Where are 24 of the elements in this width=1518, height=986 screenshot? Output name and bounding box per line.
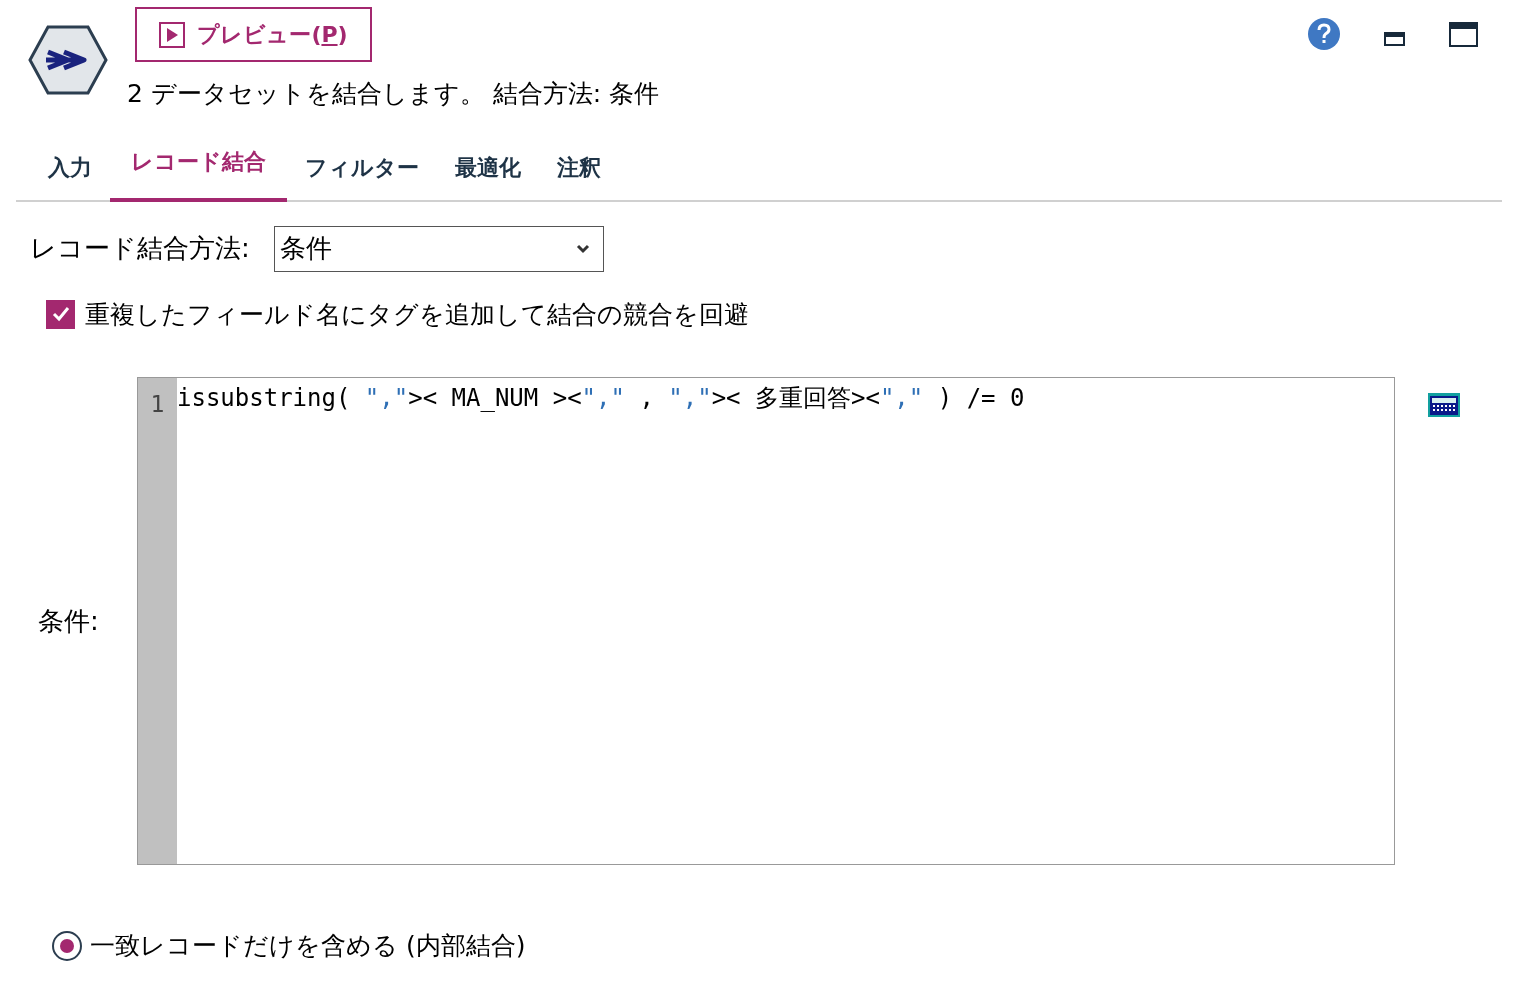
tab[interactable]: 最適化	[437, 150, 539, 200]
chevron-down-icon	[575, 243, 590, 254]
minimize-icon[interactable]	[1384, 32, 1405, 46]
radio-button[interactable]	[52, 930, 82, 961]
merge-node-icon	[28, 25, 108, 95]
expression-builder-icon[interactable]	[1428, 393, 1460, 417]
tab[interactable]: 注釈	[539, 150, 619, 200]
code-line: issubstring( ",">< MA_NUM ><"," , ",">< 多重回答><"," ) /= 0	[177, 383, 1025, 414]
checkbox-label: 重複したフィールド名にタグを追加して結合の競合を回避	[85, 298, 749, 331]
merge-method-label: レコード結合方法:	[30, 232, 250, 265]
radio-label: 一致レコードだけを含める (内部結合)	[90, 930, 526, 962]
tab[interactable]: レコード結合	[110, 144, 287, 202]
merge-method-dropdown[interactable]: 条件	[273, 225, 604, 272]
maximize-icon[interactable]	[1449, 22, 1478, 47]
node-description: 2 データセットを結合します。 結合方法: 条件	[127, 78, 660, 110]
preview-button[interactable]: プレビュー(P)	[135, 7, 372, 62]
tab[interactable]: フィルター	[287, 150, 437, 200]
line-number: 1	[150, 390, 165, 419]
expression-editor[interactable]: 1 issubstring( ",">< MA_NUM ><"," , ",">< 多重回答><"," ) /= 0	[137, 377, 1395, 865]
play-icon	[159, 21, 186, 48]
help-icon[interactable]	[1308, 18, 1340, 50]
tab[interactable]: 入力	[30, 150, 110, 200]
checkbox[interactable]	[46, 299, 75, 329]
condition-label: 条件:	[38, 604, 99, 638]
